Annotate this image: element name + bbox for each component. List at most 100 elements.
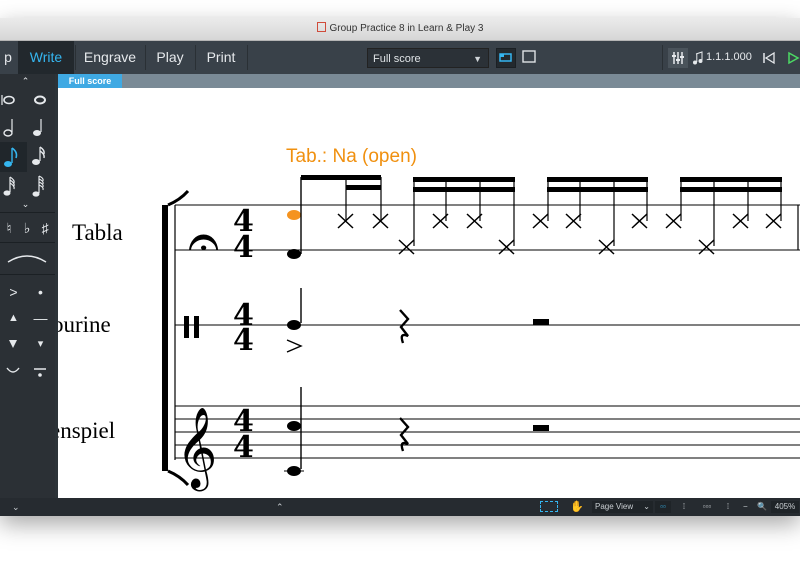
notes-panel: ⌃ ⌄ ♮ ♭ ♯ > • ▲ — ▾ [0,74,55,498]
zoom-level[interactable]: 405% [771,501,799,513]
beam [346,185,381,190]
slur-icon[interactable] [0,246,55,270]
beam [547,177,648,182]
tab-strip: Full score [58,74,800,88]
x-notehead [565,213,582,229]
chevron-up-icon[interactable]: ⌃ [276,501,284,513]
play-icon[interactable] [786,50,800,66]
time-sig-denominator: 4 [233,323,254,358]
beam [680,177,782,182]
panel-divider [0,212,55,213]
treble-clef-icon: 𝄞 [176,406,217,491]
page-view-button[interactable] [520,48,540,68]
time-sig-denominator: 4 [233,430,254,465]
instrument-name-tambourine: ourine [58,312,111,337]
x-notehead [665,213,682,229]
instrument-name-glockenspiel: enspiel [58,418,115,443]
position-readout: 1.1.1.000 [706,51,752,63]
toolbar-separator [247,45,248,70]
galley-view-icon [499,53,512,62]
chevron-down-icon[interactable]: ⌄ [12,199,39,211]
tab-full-score[interactable]: Full score [58,74,122,88]
natural-icon[interactable]: ♮ [0,216,18,240]
x-notehead [732,213,749,229]
panel-divider [0,274,55,275]
percussion-clef-icon: 𝄐 [188,209,219,274]
accent-icon[interactable]: > [0,280,27,304]
zoom-icon[interactable]: 🔍 [757,501,767,513]
half-rest [533,319,549,325]
hand-tool-icon[interactable]: ✋ [570,501,584,513]
chevron-down-icon: ⌄ [643,502,650,511]
x-notehead [631,213,648,229]
beam [413,187,515,192]
stress-icon[interactable]: ▾ [27,332,54,356]
percussion-clef-icon [194,316,199,338]
percussion-clef-icon [184,316,189,338]
tab-play[interactable]: Play [146,41,194,74]
bracket-top-hook [167,189,190,207]
x-notehead [698,239,715,255]
staccatissimo-icon[interactable] [0,332,27,356]
selected-notehead[interactable] [287,210,301,220]
chevron-up-icon[interactable]: ⌃ [12,74,39,88]
breve-icon[interactable] [0,88,27,112]
music-notation: 𝄐 𝄞 4 4 4 4 4 4 Tabla ourine enspiel Tab… [58,146,800,491]
galley-view-button[interactable] [496,48,516,68]
sharp-icon[interactable]: ♯ [36,216,54,240]
tab-print[interactable]: Print [196,41,246,74]
app-window: Group Practice 8 in Learn & Play 3 p Wri… [0,18,800,516]
accent-mark [286,339,303,353]
chevron-down-icon[interactable]: ⌄ [12,501,20,513]
spreads-horizontal-icon[interactable]: ▫▫ [655,501,671,513]
marcato-icon[interactable]: ▲ [0,306,27,330]
chevron-down-icon: ▼ [473,54,482,64]
document-icon [316,22,326,32]
window-title-text: Group Practice 8 in Learn & Play 3 [329,23,484,34]
mixer-icon [672,52,684,64]
x-notehead [532,213,549,229]
panel-divider [0,242,55,243]
x-notehead [398,239,415,255]
tab-write[interactable]: Write [18,41,74,74]
eighth-note-icon[interactable] [0,142,27,172]
title-bar: Group Practice 8 in Learn & Play 3 [0,18,800,41]
whole-note-icon[interactable] [27,88,54,112]
playing-technique-annotation: Tab.: Na (open) [286,146,417,167]
flat-icon[interactable]: ♭ [18,216,36,240]
time-sig-denominator: 4 [233,230,254,265]
instrument-name-tabla: Tabla [72,220,123,245]
view-type-select[interactable]: Page View ⌄ [592,501,653,513]
tenuto-staccato-icon[interactable] [27,358,54,382]
staccato-icon[interactable]: • [27,280,54,304]
half-rest [533,425,549,431]
tab-engrave[interactable]: Engrave [76,41,144,74]
quarter-rest [399,417,410,452]
spreads-vertical-icon[interactable]: ⁞ [678,501,690,513]
single-pages-horizontal-icon[interactable]: ▫▫▫ [698,501,716,513]
thirty-second-note-icon[interactable] [0,174,27,198]
fermata-icon[interactable] [0,358,27,382]
toolbar-separator [662,45,663,70]
sixteenth-note-icon[interactable] [27,144,54,168]
tab-setup[interactable]: p [0,41,16,74]
window-title: Group Practice 8 in Learn & Play 3 [0,22,800,34]
status-bar: ⌄ ⌃ ✋ Page View ⌄ ▫▫ ⁞ ▫▫▫ ⁞ − 🔍 405% [0,498,800,516]
rewind-to-start-icon[interactable] [761,50,777,66]
tenuto-icon[interactable]: — [27,306,54,330]
notehead [287,421,301,431]
select-tool-icon[interactable] [540,501,558,512]
view-type-value: Page View [595,502,634,511]
x-notehead [598,239,615,255]
layout-select[interactable]: Full score ▼ [367,48,489,68]
single-pages-vertical-icon[interactable]: ⁞ [722,501,734,513]
quarter-note-icon[interactable] [27,116,54,140]
main-toolbar: p Write Engrave Play Print Full score ▼ 1… [0,41,800,74]
score-view[interactable]: 𝄐 𝄞 4 4 4 4 4 4 Tabla ourine enspiel Tab… [58,88,800,498]
mixer-button[interactable] [668,48,688,68]
music-note-icon [692,51,704,65]
zoom-out-icon[interactable]: − [743,501,748,513]
half-note-icon[interactable] [0,116,27,140]
notehead [287,249,301,259]
sixty-fourth-note-icon[interactable] [27,174,54,198]
